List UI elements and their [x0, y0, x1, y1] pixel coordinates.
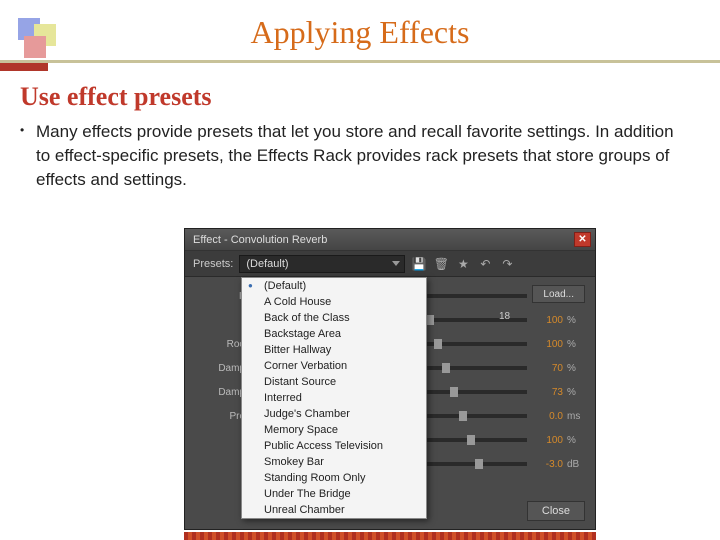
preset-option[interactable]: Back of the Class: [242, 310, 426, 326]
delete-preset-icon[interactable]: 🗑: [433, 256, 449, 272]
body-paragraph: Many effects provide presets that let yo…: [36, 120, 676, 191]
redo-icon[interactable]: ↷: [499, 256, 515, 272]
undo-icon[interactable]: ↶: [477, 256, 493, 272]
param-unit: ms: [567, 411, 585, 422]
preset-option[interactable]: A Cold House: [242, 294, 426, 310]
close-button[interactable]: Close: [527, 501, 585, 521]
slide-subtitle: Use effect presets: [20, 82, 212, 112]
preset-option[interactable]: Public Access Television: [242, 438, 426, 454]
param-value: 100: [535, 339, 563, 350]
param-label: Damp: [195, 387, 245, 398]
effect-dialog: Effect - Convolution Reverb ✕ Presets: (…: [184, 228, 596, 530]
preset-selected-value: (Default): [246, 258, 288, 270]
param-label: Roo: [195, 339, 245, 350]
presets-toolbar: Presets: (Default) 💾 🗑 ★ ↶ ↷: [185, 251, 595, 277]
preset-option[interactable]: Smokey Bar: [242, 454, 426, 470]
save-preset-icon[interactable]: 💾: [411, 256, 427, 272]
gain-tick: 18: [499, 311, 510, 322]
star-icon[interactable]: ★: [455, 256, 471, 272]
preset-option[interactable]: Interred: [242, 390, 426, 406]
param-label: Damp: [195, 363, 245, 374]
param-value: -3.0: [535, 459, 563, 470]
preset-option[interactable]: Unreal Chamber: [242, 502, 426, 518]
param-label: Pre: [195, 411, 245, 422]
param-value: 70: [535, 363, 563, 374]
param-label: Ir: [195, 291, 245, 302]
dialog-body: Load... Ir 100% Roo 100% Damp 70% Damp 73% Pre 0.…: [185, 277, 595, 529]
preset-option[interactable]: Judge's Chamber: [242, 406, 426, 422]
decorative-strip: [184, 532, 596, 540]
param-unit: %: [567, 339, 585, 350]
preset-option[interactable]: Memory Space: [242, 422, 426, 438]
dialog-titlebar: Effect - Convolution Reverb ✕: [185, 229, 595, 251]
preset-option[interactable]: Bitter Hallway: [242, 342, 426, 358]
presets-label: Presets:: [193, 258, 233, 270]
param-value: 0.0: [535, 411, 563, 422]
param-value: 73: [535, 387, 563, 398]
chevron-down-icon: [392, 261, 400, 266]
gain-readout: 18: [499, 311, 585, 322]
preset-option[interactable]: Under The Bridge: [242, 486, 426, 502]
preset-dropdown-menu[interactable]: (Default)A Cold HouseBack of the ClassBa…: [241, 277, 427, 519]
preset-option[interactable]: Backstage Area: [242, 326, 426, 342]
divider-line: [0, 60, 720, 63]
load-button[interactable]: Load...: [532, 285, 585, 303]
param-unit: %: [567, 363, 585, 374]
param-unit: %: [567, 387, 585, 398]
param-unit: %: [567, 435, 585, 446]
preset-dropdown[interactable]: (Default): [239, 255, 405, 273]
preset-option[interactable]: Distant Source: [242, 374, 426, 390]
param-unit: dB: [567, 459, 585, 470]
slide-title: Applying Effects: [0, 14, 720, 51]
divider-accent: [0, 63, 48, 71]
param-value: 100: [535, 435, 563, 446]
preset-option[interactable]: (Default): [242, 278, 426, 294]
close-icon[interactable]: ✕: [574, 232, 591, 247]
preset-option[interactable]: Standing Room Only: [242, 470, 426, 486]
dialog-title: Effect - Convolution Reverb: [193, 234, 327, 246]
preset-option[interactable]: Corner Verbation: [242, 358, 426, 374]
